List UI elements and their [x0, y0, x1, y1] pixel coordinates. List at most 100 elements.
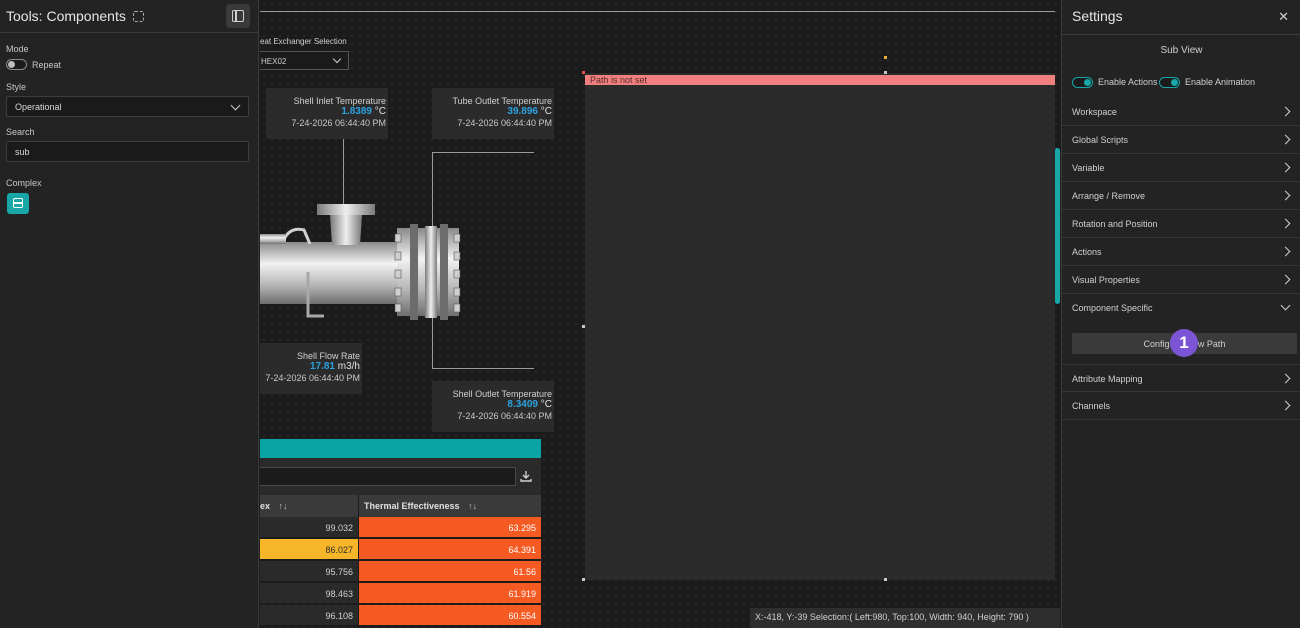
card-date: 7-24-2026 06:44:40 PM: [291, 118, 386, 128]
design-canvas[interactable]: eat Exchanger Selection HEX02 Shell Inle…: [260, 0, 1060, 628]
card-value: 17.81 m3/h: [262, 361, 360, 372]
repeat-label: Repeat: [32, 60, 62, 70]
toggle-knob: [8, 61, 15, 68]
section-visual-properties[interactable]: Visual Properties: [1062, 266, 1300, 294]
section-label: Rotation and Position: [1072, 219, 1158, 229]
card-value: 1.8389 °C: [268, 106, 386, 117]
section-label: Component Specific: [1072, 303, 1153, 313]
section-rotation-position[interactable]: Rotation and Position: [1062, 210, 1300, 238]
section-label: Actions: [1072, 247, 1102, 257]
section-workspace[interactable]: Workspace: [1062, 98, 1300, 126]
selection-handle[interactable]: [582, 325, 585, 328]
selection-handle[interactable]: [884, 578, 887, 581]
table-cell[interactable]: 61.919: [359, 583, 541, 604]
table-search-input[interactable]: [260, 467, 516, 486]
collapse-panel-button[interactable]: [226, 4, 250, 28]
sort-icon[interactable]: ↑↓: [279, 501, 288, 511]
data-table: ex ↑↓ Thermal Effectiveness ↑↓ 99.032 63…: [260, 439, 541, 628]
section-channels[interactable]: Channels: [1062, 392, 1300, 420]
search-input[interactable]: [6, 141, 249, 162]
flange: [440, 224, 448, 320]
table-cell[interactable]: 99.032: [260, 517, 358, 538]
component-icon-bar: [13, 202, 23, 204]
settings-title: Settings: [1072, 8, 1123, 24]
selection-handle[interactable]: [582, 71, 585, 74]
shell-body: [260, 242, 400, 304]
sub-view-component[interactable]: [585, 73, 1055, 580]
connector-line: [432, 152, 534, 153]
nozzle: [330, 215, 362, 245]
card-unit: °C: [374, 106, 386, 117]
card-unit: m3/h: [337, 361, 360, 372]
column-header-label: Thermal Effectiveness: [364, 501, 460, 511]
download-icon[interactable]: [520, 470, 532, 482]
column-header-label: ex: [260, 501, 271, 511]
component-type-label: Sub View: [1160, 45, 1203, 56]
flange: [410, 224, 418, 320]
style-label: Style: [6, 82, 27, 92]
section-label: Channels: [1072, 401, 1111, 411]
enable-actions-toggle[interactable]: [1072, 77, 1093, 88]
section-label: Arrange / Remove: [1072, 191, 1146, 201]
section-label: Variable: [1072, 163, 1105, 173]
sort-icon[interactable]: ↑↓: [468, 501, 477, 511]
chevron-down-icon: [332, 54, 342, 64]
select-area-icon[interactable]: [132, 10, 144, 22]
section-variable[interactable]: Variable: [1062, 154, 1300, 182]
card-value: 8.3409 °C: [434, 399, 552, 410]
column-header[interactable]: Thermal Effectiveness ↑↓: [359, 495, 541, 517]
rotate-handle[interactable]: [884, 56, 887, 59]
hex-selection-dropdown[interactable]: HEX02: [260, 51, 349, 70]
shell-flow-card[interactable]: Shell Flow Rate 17.81 m3/h 7-24-2026 06:…: [260, 343, 362, 394]
card-date: 7-24-2026 06:44:40 PM: [457, 118, 552, 128]
card-value: 39.896 °C: [434, 106, 552, 117]
section-actions[interactable]: Actions: [1062, 238, 1300, 266]
table-cell[interactable]: 61.56: [359, 561, 541, 582]
chevron-right-icon: [1280, 274, 1291, 285]
chevron-right-icon: [1280, 106, 1291, 117]
section-global-scripts[interactable]: Global Scripts: [1062, 126, 1300, 154]
heat-exchanger-graphic[interactable]: [260, 200, 465, 325]
card-value-number: 17.81: [309, 361, 335, 372]
tube-outlet-card[interactable]: Tube Outlet Temperature 39.896 °C 7-24-2…: [432, 88, 554, 139]
table-cell[interactable]: 63.295: [359, 517, 541, 538]
section-arrange-remove[interactable]: Arrange / Remove: [1062, 182, 1300, 210]
card-value-number: 1.8389: [341, 106, 372, 117]
selection-handle[interactable]: [884, 71, 887, 74]
chevron-right-icon: [1280, 162, 1291, 173]
close-icon[interactable]: ✕: [1278, 9, 1289, 25]
table-header-bar: [260, 439, 541, 458]
search-label: Search: [6, 127, 35, 137]
column-header[interactable]: ex ↑↓: [260, 495, 358, 517]
path-not-set-banner: Path is not set: [585, 75, 1055, 85]
card-value-number: 8.3409: [507, 399, 538, 410]
card-title: Shell Inlet Temperature: [293, 96, 386, 106]
table-cell[interactable]: 86.027: [260, 539, 358, 560]
table-cell[interactable]: 64.391: [359, 539, 541, 560]
toggle-knob: [1084, 79, 1091, 86]
repeat-toggle[interactable]: [6, 59, 27, 70]
chevron-right-icon: [1280, 373, 1291, 384]
shell-inlet-card[interactable]: Shell Inlet Temperature 1.8389 °C 7-24-2…: [266, 88, 388, 139]
card-unit: °C: [540, 106, 552, 117]
table-cell[interactable]: 96.108: [260, 605, 358, 626]
canvas-scrollbar[interactable]: [1055, 148, 1060, 304]
table-cell[interactable]: 60.554: [359, 605, 541, 626]
section-attribute-mapping[interactable]: Attribute Mapping: [1062, 364, 1300, 392]
enable-actions-label: Enable Actions: [1098, 77, 1158, 87]
shell-outlet-card[interactable]: Shell Outlet Temperature 8.3409 °C 7-24-…: [432, 381, 554, 432]
handle-pipe: [280, 227, 312, 245]
settings-panel: Settings ✕ Sub View Enable Actions Enabl…: [1061, 0, 1300, 628]
section-component-specific[interactable]: Component Specific: [1062, 294, 1300, 322]
style-select[interactable]: Operational: [6, 96, 249, 117]
step-badge: 1: [1170, 329, 1198, 357]
channel: [425, 226, 437, 318]
selection-handle[interactable]: [582, 578, 585, 581]
card-title: Shell Flow Rate: [296, 351, 360, 361]
enable-animation-toggle[interactable]: [1159, 77, 1180, 88]
sidebar-collapse-icon: [232, 10, 244, 22]
table-cell[interactable]: 98.463: [260, 583, 358, 604]
table-cell[interactable]: 95.756: [260, 561, 358, 582]
section-label: Visual Properties: [1072, 275, 1140, 285]
complex-component-button[interactable]: [7, 193, 29, 214]
